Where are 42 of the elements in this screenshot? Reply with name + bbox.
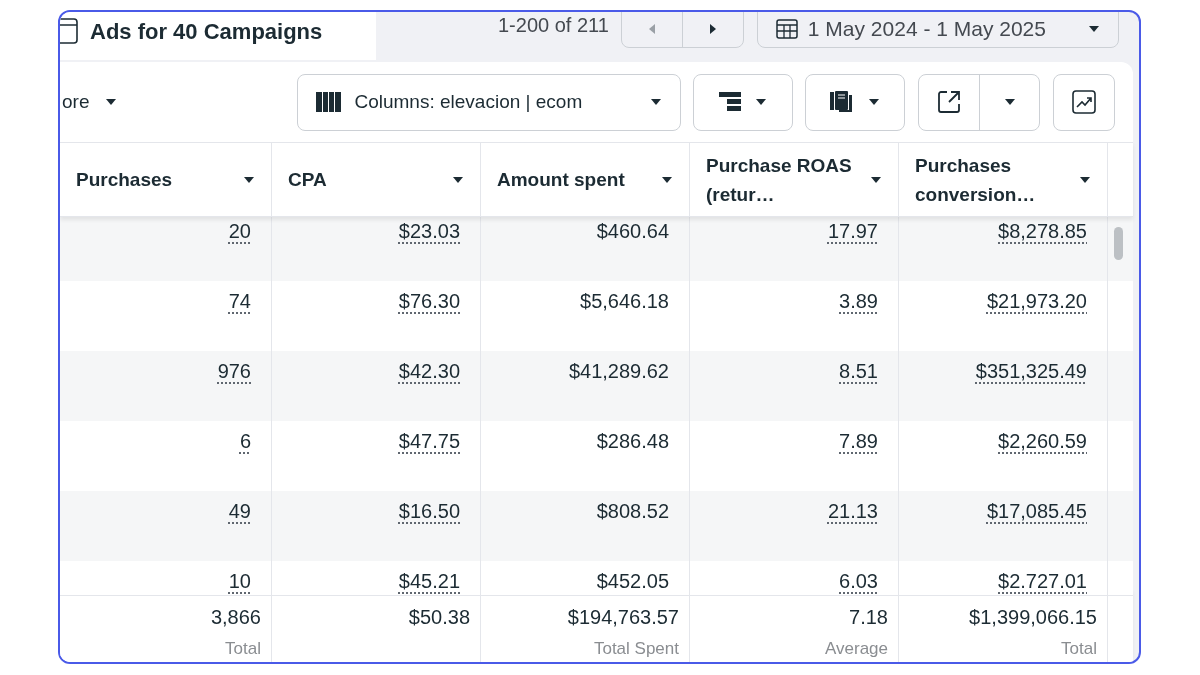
total-value: $194,763.57 [567, 605, 679, 630]
total-label: Total [1061, 638, 1097, 660]
caret-icon [755, 98, 768, 106]
total-value: 3,866 [210, 605, 261, 630]
caret-icon [650, 98, 663, 106]
tab-title: Ads for 40 Campaigns [90, 17, 323, 46]
caret-icon [1087, 25, 1100, 33]
column-header[interactable]: CPA [272, 143, 481, 216]
breakdown-dropdown[interactable] [693, 73, 794, 131]
more-dropdown[interactable]: ore [62, 87, 118, 117]
caret-icon [661, 175, 673, 184]
caret-icon [870, 175, 882, 184]
columns-icon [316, 92, 343, 112]
column-header[interactable]: Purchases [60, 143, 272, 216]
reports-dropdown[interactable] [805, 73, 906, 131]
caret-icon [105, 98, 118, 106]
export-icon [937, 90, 962, 114]
column-header[interactable]: Purchase ROAS (retur… [690, 143, 899, 216]
total-label: Average [825, 638, 888, 660]
total-label: Total [225, 638, 261, 660]
caret-icon [1079, 175, 1091, 184]
column-header[interactable]: Amount spent [481, 143, 690, 216]
date-range-button[interactable]: 1 May 2024 - 1 May 2025 [756, 12, 1119, 48]
breakdown-icon [719, 92, 742, 112]
documents-icon [830, 91, 855, 113]
total-label: Total Spent [593, 638, 679, 660]
table-icon [60, 18, 78, 44]
report-tab[interactable]: Ads for 40 Campaigns [60, 12, 376, 60]
columns-dropdown[interactable]: Columns: elevacion | ecom [297, 73, 682, 131]
scrollbar[interactable] [1114, 227, 1123, 260]
calendar-icon [775, 19, 798, 39]
pagination-range: 1-200 of 211 [498, 13, 609, 38]
chart-button[interactable] [1053, 73, 1116, 131]
total-value: 7.18 [849, 605, 888, 630]
chart-icon [1072, 90, 1097, 114]
total-value: $50.38 [408, 605, 470, 630]
caret-icon [452, 175, 464, 184]
total-value: $1,399,066.15 [969, 605, 1097, 630]
caret-icon [243, 175, 255, 184]
column-header[interactable]: Purchases conversion… [899, 143, 1108, 216]
caret-icon [868, 98, 881, 106]
caret-icon [1003, 98, 1016, 106]
